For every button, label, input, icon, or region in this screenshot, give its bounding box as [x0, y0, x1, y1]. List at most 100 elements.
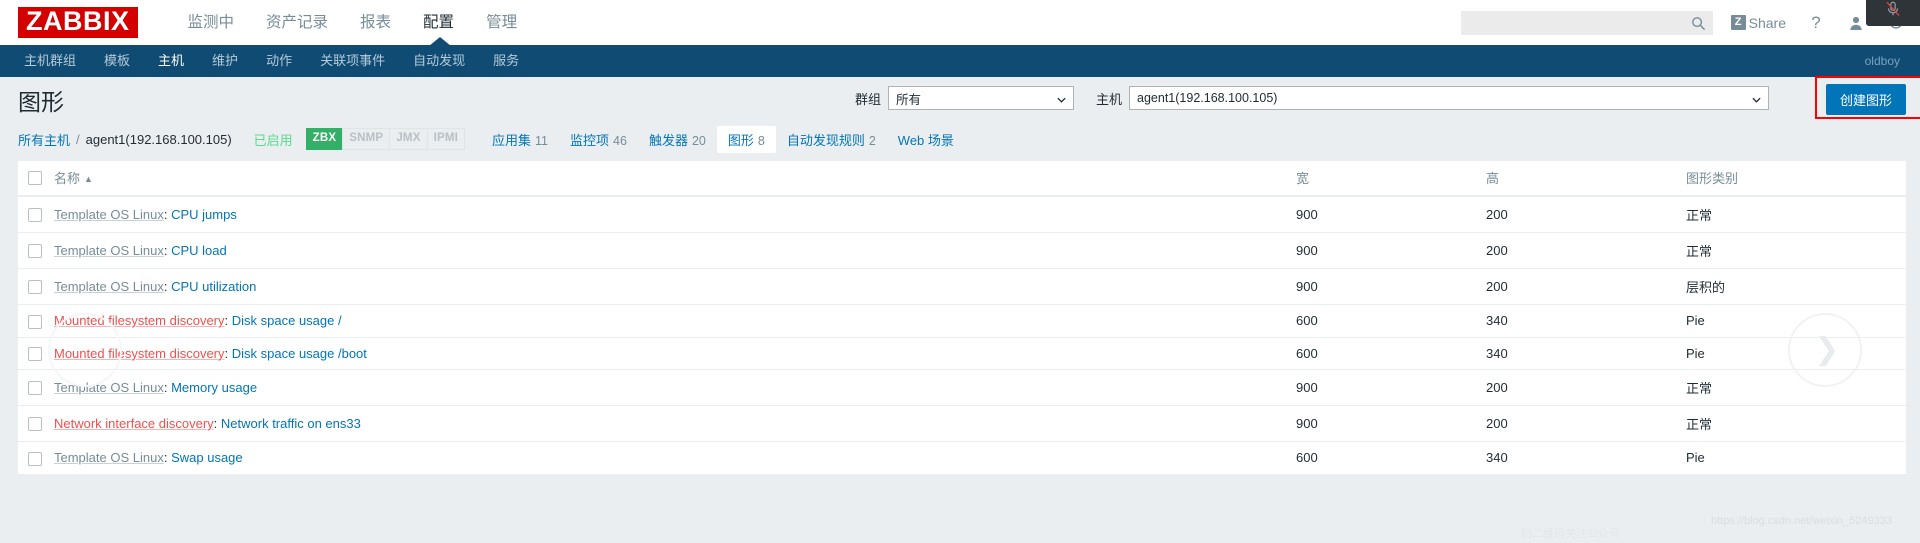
object-tabs: 应用集 11 监控项 46 触发器 20 图形 8 自动发现规则 2 Web 场景	[481, 125, 965, 153]
graph-name-cell: Mounted filesystem discovery: Disk space…	[54, 304, 1296, 338]
sub-nav: 主机群组 模板 主机 维护 动作 关联项事件 自动发现 服务 oldboy	[0, 37, 1920, 77]
interface-badge-jmx: JMX	[389, 128, 428, 150]
graph-name-link[interactable]: CPU utilization	[171, 279, 256, 294]
row-checkbox-cell	[18, 441, 54, 475]
host-filter-value: agent1(192.168.100.105)	[1137, 91, 1278, 105]
graph-name-cell: Network interface discovery: Network tra…	[54, 405, 1296, 443]
graph-type: Pie	[1686, 337, 1906, 371]
subnav-item-templates[interactable]: 模板	[90, 45, 144, 77]
group-filter-select[interactable]: 所有	[888, 86, 1075, 110]
graph-width: 900	[1296, 405, 1486, 443]
graph-height: 340	[1486, 337, 1686, 371]
row-checkbox[interactable]	[28, 347, 42, 362]
tab-web-scenarios-label: Web 场景	[897, 132, 954, 148]
graph-name-link[interactable]: Disk space usage /boot	[232, 346, 367, 361]
graph-prefix-link[interactable]: Template OS Linux	[54, 380, 164, 395]
search-icon[interactable]	[1691, 16, 1706, 31]
graph-name-link[interactable]: Network traffic on ens33	[221, 416, 361, 431]
graph-prefix-colon: :	[163, 450, 172, 466]
chevron-down-icon	[1752, 94, 1761, 103]
tab-triggers[interactable]: 触发器 20	[638, 126, 717, 153]
subnav-item-hosts[interactable]: 主机	[144, 45, 198, 77]
host-filter-select[interactable]: agent1(192.168.100.105)	[1129, 86, 1770, 110]
table-header-row: 名称 ▲ 宽 高 图形类别	[18, 161, 1906, 197]
row-checkbox[interactable]	[28, 314, 42, 329]
share-badge-icon: Z	[1730, 15, 1746, 30]
graph-name-link[interactable]: CPU jumps	[171, 207, 237, 222]
tab-triggers-label: 触发器	[648, 132, 688, 148]
row-checkbox-cell	[18, 337, 54, 371]
tab-graphs[interactable]: 图形 8	[716, 125, 776, 153]
graph-prefix-link[interactable]: Template OS Linux	[54, 243, 164, 258]
help-icon[interactable]: ?	[1806, 13, 1826, 33]
graph-height: 200	[1486, 369, 1686, 407]
zabbix-logo[interactable]: ZABBIX	[18, 7, 138, 38]
column-header-type[interactable]: 图形类别	[1686, 161, 1906, 197]
subnav-item-services[interactable]: 服务	[479, 45, 533, 77]
graph-width: 600	[1296, 441, 1486, 475]
column-header-width: 宽	[1296, 161, 1486, 197]
user-icon[interactable]	[1846, 13, 1866, 33]
graph-width: 900	[1296, 268, 1486, 305]
row-checkbox[interactable]	[28, 208, 42, 223]
tab-applications-count: 11	[535, 133, 549, 148]
row-checkbox[interactable]	[28, 244, 42, 259]
graph-prefix-link[interactable]: Network interface discovery	[54, 416, 214, 431]
graph-name-link[interactable]: Swap usage	[171, 450, 243, 465]
nav-active-arrow-icon	[429, 37, 451, 46]
table-row: Mounted filesystem discovery: Disk space…	[18, 304, 1906, 338]
graph-name-cell: Template OS Linux: Swap usage	[54, 441, 1296, 475]
graph-prefix-link[interactable]: Mounted filesystem discovery	[54, 346, 225, 361]
search-input[interactable]	[1461, 11, 1712, 34]
global-search[interactable]	[1460, 10, 1713, 35]
graph-width: 600	[1296, 304, 1486, 338]
tab-items-label: 监控项	[570, 132, 610, 148]
main-menu-item-administration[interactable]: 管理	[470, 0, 533, 45]
graph-height: 200	[1486, 268, 1686, 305]
subnav-item-correlation[interactable]: 关联项事件	[306, 45, 399, 77]
interface-badge-ipmi: IPMI	[426, 128, 466, 150]
create-graph-button[interactable]: 创建图形	[1825, 84, 1906, 115]
share-button[interactable]: Z Share	[1730, 15, 1786, 31]
graph-name-link[interactable]: Disk space usage /	[232, 313, 342, 328]
host-status-badge[interactable]: 已启用	[254, 130, 293, 149]
graph-type: 层积的	[1686, 268, 1906, 305]
column-header-height: 高	[1486, 161, 1686, 197]
tab-discovery-rules[interactable]: 自动发现规则 2	[776, 126, 887, 153]
column-header-name[interactable]: 名称 ▲	[54, 161, 1296, 197]
top-header: ZABBIX 监测中 资产记录 报表 配置 管理 Z Share ?	[0, 0, 1920, 45]
breadcrumb-all-hosts[interactable]: 所有主机	[18, 130, 70, 149]
row-checkbox[interactable]	[28, 280, 42, 295]
title-row: 图形 群组 所有 主机 agent1(192.168.100.105) 创建图形	[0, 76, 1920, 123]
watermark-note: 扫二维码关注公众号	[1521, 528, 1620, 540]
graph-prefix-link[interactable]: Template OS Linux	[54, 207, 164, 222]
chevron-down-icon	[1057, 94, 1066, 103]
main-menu-item-inventory[interactable]: 资产记录	[250, 0, 344, 45]
row-checkbox[interactable]	[28, 417, 42, 432]
breadcrumb: 所有主机 / agent1(192.168.100.105) 已启用 ZBX S…	[0, 123, 1920, 155]
graphs-table: 名称 ▲ 宽 高 图形类别 Template OS Linux: CPU jump…	[18, 161, 1906, 475]
graph-type: Pie	[1686, 441, 1906, 475]
graph-name-cell: Mounted filesystem discovery: Disk space…	[54, 337, 1296, 371]
select-all-checkbox[interactable]	[28, 171, 42, 186]
main-menu-item-reports[interactable]: 报表	[344, 0, 407, 45]
main-menu-item-monitoring[interactable]: 监测中	[172, 0, 251, 45]
row-checkbox[interactable]	[28, 451, 42, 466]
graph-prefix-link[interactable]: Template OS Linux	[54, 450, 164, 465]
row-checkbox[interactable]	[28, 381, 42, 396]
graph-prefix-link[interactable]: Template OS Linux	[54, 279, 164, 294]
tab-applications[interactable]: 应用集 11	[481, 126, 559, 153]
tab-web-scenarios[interactable]: Web 场景	[887, 126, 965, 153]
subnav-item-host-groups[interactable]: 主机群组	[10, 45, 90, 77]
host-filter-label: 主机	[1096, 91, 1123, 107]
tab-items[interactable]: 监控项 46	[559, 126, 638, 153]
graph-type: 正常	[1686, 405, 1906, 443]
graph-type: Pie	[1686, 304, 1906, 338]
subnav-item-maintenance[interactable]: 维护	[198, 45, 252, 77]
graph-name-link[interactable]: Memory usage	[171, 380, 257, 395]
graph-prefix-link[interactable]: Mounted filesystem discovery	[54, 313, 225, 328]
subnav-item-actions[interactable]: 动作	[252, 45, 306, 77]
table-row: Template OS Linux: CPU jumps 900 200 正常	[18, 196, 1906, 233]
graph-name-link[interactable]: CPU load	[171, 243, 227, 258]
subnav-item-discovery[interactable]: 自动发现	[399, 45, 479, 77]
